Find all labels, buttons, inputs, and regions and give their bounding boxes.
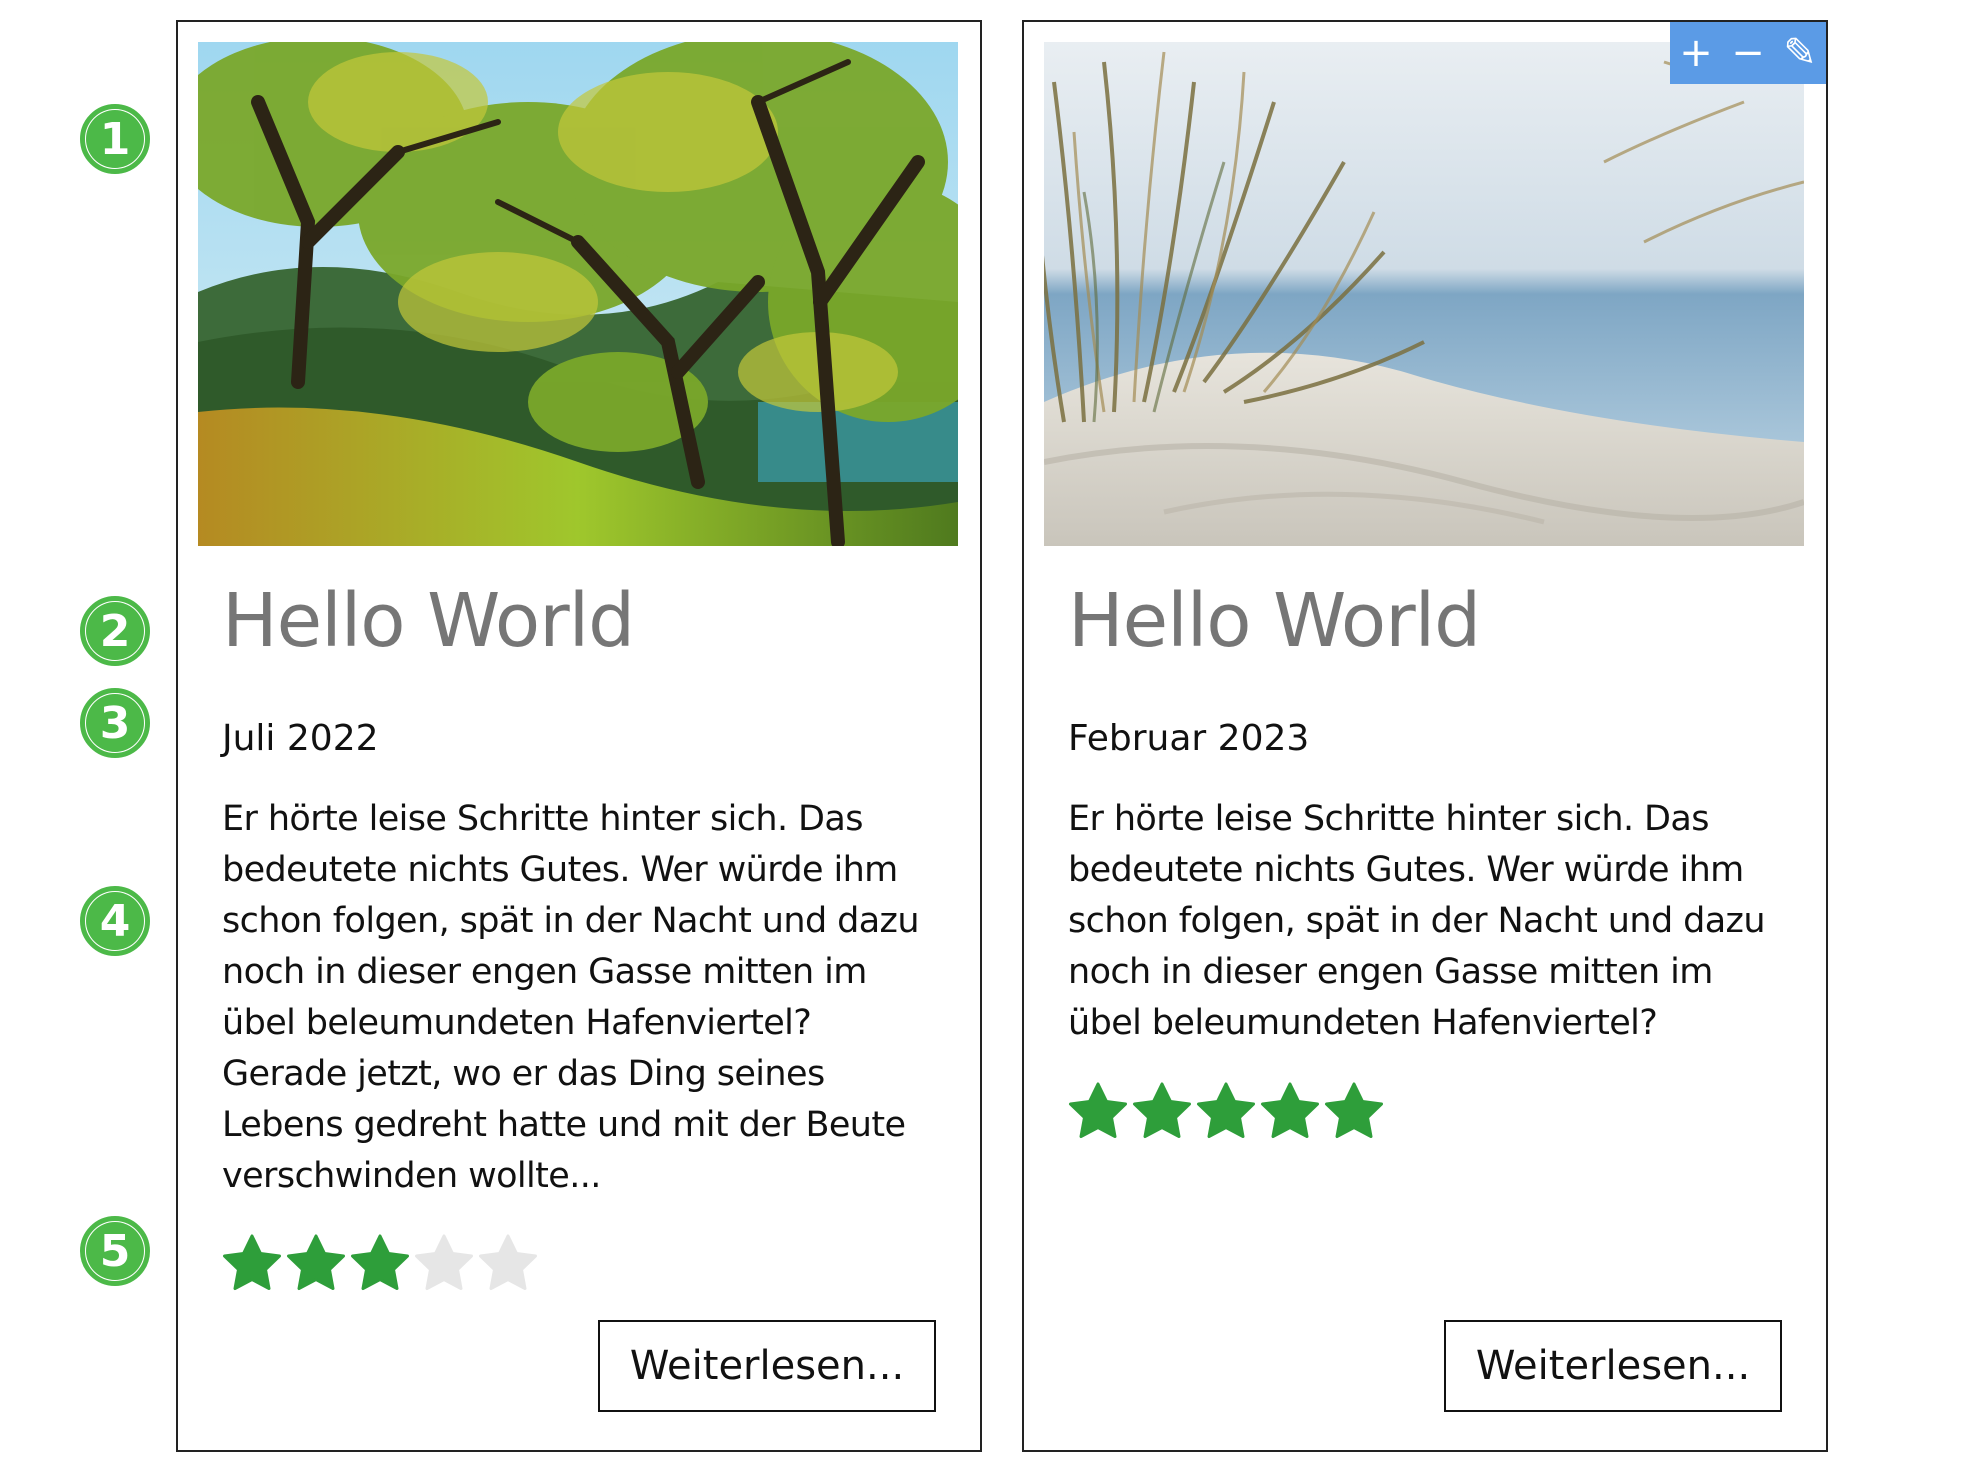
callout-badge-5: 5 xyxy=(80,1216,150,1286)
card-excerpt: Er hörte leise Schritte hinter sich. Das… xyxy=(222,799,920,1196)
star-filled-icon xyxy=(1325,1082,1383,1138)
star-empty-icon xyxy=(479,1234,537,1290)
card-image-forest[interactable] xyxy=(198,42,958,546)
beach-dune-grass-photo xyxy=(1044,42,1804,546)
callout-badge-2: 2 xyxy=(80,596,150,666)
card-title: Hello World xyxy=(222,578,635,664)
forest-trees-photo xyxy=(198,42,958,546)
callout-badge-1: 1 xyxy=(80,104,150,174)
star-filled-icon xyxy=(287,1234,345,1290)
card-title: Hello World xyxy=(1068,578,1481,664)
read-more-button[interactable]: Weiterlesen... xyxy=(1444,1320,1782,1412)
callout-number: 2 xyxy=(86,602,144,660)
star-rating xyxy=(1066,1080,1386,1144)
star-filled-icon xyxy=(1197,1082,1255,1138)
edit-toolbar: + − ✎ xyxy=(1670,22,1826,84)
read-more-button[interactable]: Weiterlesen... xyxy=(598,1320,936,1412)
star-filled-icon xyxy=(1069,1082,1127,1138)
star-filled-icon xyxy=(223,1234,281,1290)
callout-number: 1 xyxy=(86,110,144,168)
star-empty-icon xyxy=(415,1234,473,1290)
plus-icon[interactable]: + xyxy=(1676,33,1716,73)
card-date: Februar 2023 xyxy=(1068,718,1310,759)
star-filled-icon xyxy=(1133,1082,1191,1138)
callout-number: 5 xyxy=(86,1222,144,1280)
star-rating xyxy=(220,1232,540,1296)
callout-badge-4: 4 xyxy=(80,886,150,956)
teaser-card-1: Hello World Juli 2022 Er hörte leise Sch… xyxy=(176,20,982,1452)
minus-icon[interactable]: − xyxy=(1728,33,1768,73)
card-image-beach[interactable] xyxy=(1044,42,1804,546)
card-excerpt: Er hörte leise Schritte hinter sich. Das… xyxy=(1068,799,1766,1043)
callout-number: 3 xyxy=(86,694,144,752)
card-date: Juli 2022 xyxy=(222,718,379,759)
teaser-card-2: + − ✎ Hello World Februar 2023 Er hörte … xyxy=(1022,20,1828,1452)
pencil-icon[interactable]: ✎ xyxy=(1780,33,1820,73)
callout-badge-3: 3 xyxy=(80,688,150,758)
star-filled-icon xyxy=(1261,1082,1319,1138)
callout-number: 4 xyxy=(86,892,144,950)
star-filled-icon xyxy=(351,1234,409,1290)
